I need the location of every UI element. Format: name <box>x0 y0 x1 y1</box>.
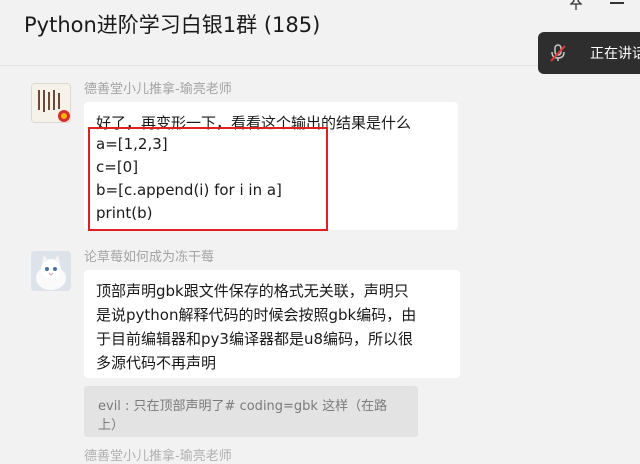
quoted-message[interactable]: evil : 只在顶部声明了# coding=gbk 这样（在路 上） <box>84 386 418 437</box>
pin-icon[interactable] <box>566 0 586 10</box>
minimize-icon[interactable] <box>610 2 624 4</box>
code-highlight-box <box>88 127 328 231</box>
mic-muted-icon[interactable] <box>548 43 568 63</box>
avatar[interactable] <box>31 83 71 123</box>
chat-title: Python进阶学习白银1群 (185) <box>24 13 321 37</box>
message-line: 于目前编辑器和py3编译器都是u8编码，所以很 <box>96 330 413 348</box>
sender-name: 德善堂小儿推拿-瑜亮老师 <box>84 449 232 464</box>
message-bubble[interactable]: 顶部声明gbk跟文件保存的格式无关联，声明只 是说python解释代码的时候会按… <box>84 270 460 378</box>
voice-call-banner[interactable]: 正在讲话 <box>538 32 640 74</box>
sender-name: 论草莓如何成为冻干莓 <box>84 250 215 265</box>
avatar-image <box>31 251 71 291</box>
message-line: 顶部声明gbk跟文件保存的格式无关联，声明只 <box>96 282 409 300</box>
message-line: 多源代码不再声明 <box>96 354 217 372</box>
sender-name: 德善堂小儿推拿-瑜亮老师 <box>84 82 232 97</box>
quote-line: 上） <box>98 418 125 433</box>
voice-status-label: 正在讲话 <box>590 46 640 62</box>
message-line: 是说python解释代码的时候会按照gbk编码，由 <box>96 306 417 324</box>
avatar-image <box>32 84 70 122</box>
quote-line: evil : 只在顶部声明了# coding=gbk 这样（在路 <box>98 399 388 414</box>
avatar[interactable] <box>31 251 71 291</box>
